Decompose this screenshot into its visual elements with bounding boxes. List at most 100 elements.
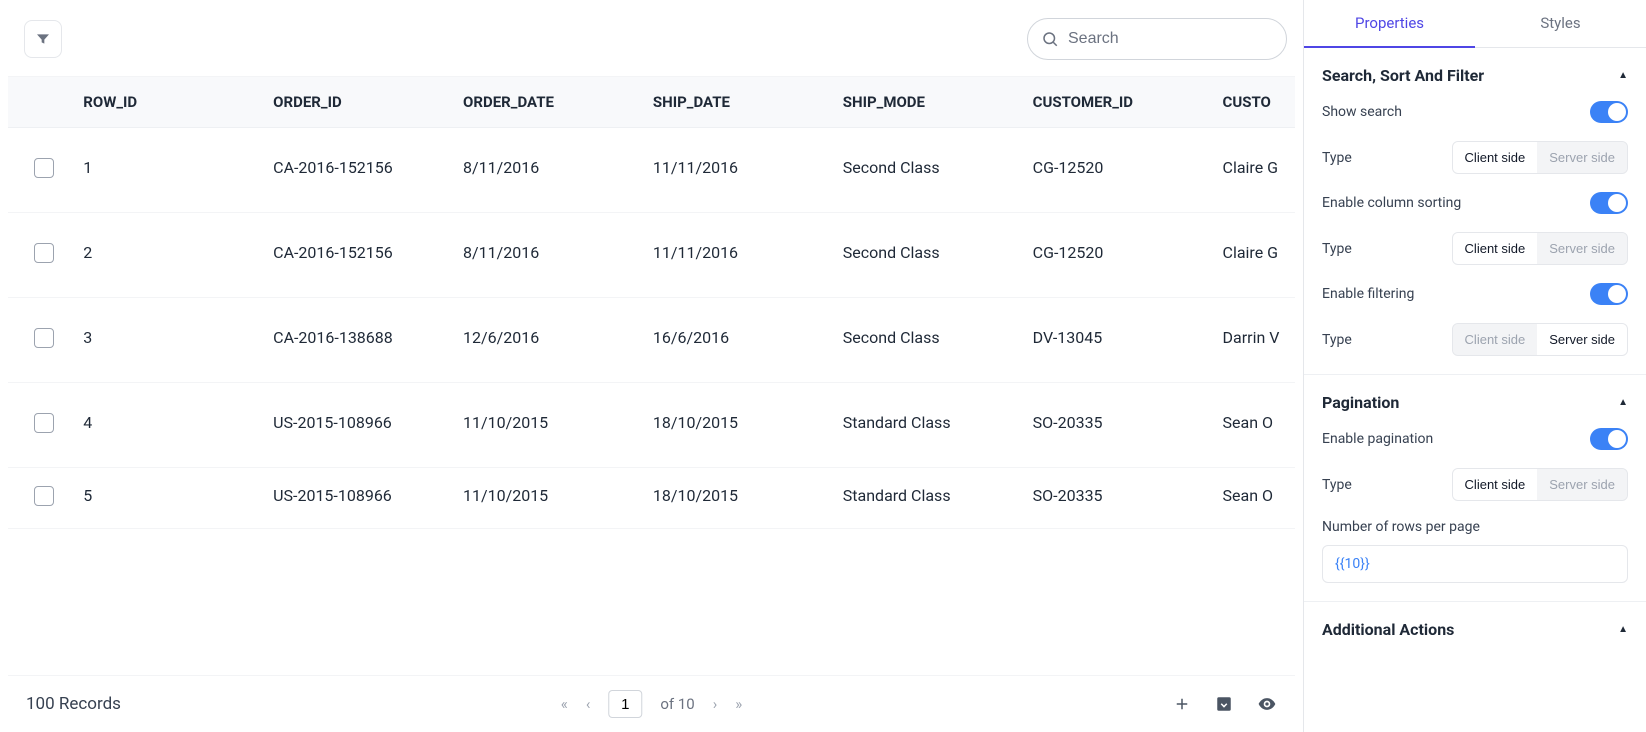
cell-customer-name: Sean O	[1211, 468, 1295, 529]
seg-filter-type: Client side Server side	[1452, 323, 1628, 356]
collapse-icon: ▲	[1618, 397, 1628, 408]
filter-button[interactable]	[24, 20, 62, 58]
cell-customer-id: SO-20335	[1021, 468, 1211, 529]
plus-icon	[1173, 695, 1191, 713]
page-first-button[interactable]: «	[561, 695, 568, 713]
page-prev-button[interactable]: ‹	[586, 695, 591, 713]
download-button[interactable]	[1215, 695, 1233, 713]
seg-sort-type: Client side Server side	[1452, 232, 1628, 265]
section-title-pagination: Pagination	[1322, 393, 1399, 412]
label-search-type: Type	[1322, 150, 1352, 166]
tab-properties[interactable]: Properties	[1304, 0, 1475, 48]
row-checkbox-cell	[8, 298, 71, 383]
cell-customer-name: Sean O	[1211, 383, 1295, 468]
header-ship-mode[interactable]: SHIP_MODE	[831, 77, 1021, 128]
row-checkbox-cell	[8, 468, 71, 529]
cell-ship-date: 18/10/2015	[641, 383, 831, 468]
label-enable-pagination: Enable pagination	[1322, 431, 1433, 447]
row-checkbox[interactable]	[34, 158, 54, 178]
cell-order-date: 11/10/2015	[451, 468, 641, 529]
row-checkbox[interactable]	[34, 486, 54, 506]
cell-customer-id: SO-20335	[1021, 383, 1211, 468]
page-last-button[interactable]: »	[735, 695, 742, 713]
seg-search-client[interactable]: Client side	[1453, 142, 1538, 173]
label-enable-filtering: Enable filtering	[1322, 286, 1414, 302]
cell-ship-date: 16/6/2016	[641, 298, 831, 383]
search-input[interactable]	[1027, 18, 1287, 60]
cell-customer-id: CG-12520	[1021, 213, 1211, 298]
cell-order-id: CA-2016-152156	[261, 128, 451, 213]
header-customer-id[interactable]: CUSTOMER_ID	[1021, 77, 1211, 128]
cell-ship-date: 11/11/2016	[641, 128, 831, 213]
input-rows-per-page[interactable]: {{10}}	[1322, 545, 1628, 583]
data-table: ROW_ID ORDER_ID ORDER_DATE SHIP_DATE SHI…	[8, 77, 1295, 529]
toggle-enable-filtering[interactable]	[1590, 283, 1628, 305]
cell-row-id: 4	[71, 383, 261, 468]
label-rows-per-page: Number of rows per page	[1322, 519, 1628, 535]
eye-icon	[1257, 694, 1277, 714]
header-checkbox-cell	[8, 77, 71, 128]
panel-tabs: Properties Styles	[1304, 0, 1646, 48]
table-container: ROW_ID ORDER_ID ORDER_DATE SHIP_DATE SHI…	[8, 76, 1295, 675]
table-row[interactable]: 4US-2015-10896611/10/201518/10/2015Stand…	[8, 383, 1295, 468]
page-number-input[interactable]	[608, 690, 642, 718]
header-customer-name[interactable]: CUSTO	[1211, 77, 1295, 128]
cell-ship-mode: Second Class	[831, 298, 1021, 383]
search-icon	[1041, 30, 1059, 48]
tab-styles[interactable]: Styles	[1475, 0, 1646, 47]
seg-sort-client[interactable]: Client side	[1453, 233, 1538, 264]
section-search-sort-filter: Search, Sort And Filter ▲ Show search Ty…	[1304, 48, 1646, 375]
table-header-row: ROW_ID ORDER_ID ORDER_DATE SHIP_DATE SHI…	[8, 77, 1295, 128]
properties-panel: Properties Styles Search, Sort And Filte…	[1303, 0, 1646, 732]
table-row[interactable]: 2CA-2016-1521568/11/201611/11/2016Second…	[8, 213, 1295, 298]
section-title-additional: Additional Actions	[1322, 620, 1454, 639]
toggle-show-search[interactable]	[1590, 101, 1628, 123]
header-order-date[interactable]: ORDER_DATE	[451, 77, 641, 128]
seg-sort-server[interactable]: Server side	[1537, 233, 1627, 264]
cell-ship-date: 11/11/2016	[641, 213, 831, 298]
cell-customer-name: Darrin V	[1211, 298, 1295, 383]
label-pagination-type: Type	[1322, 477, 1352, 493]
section-pagination: Pagination ▲ Enable pagination Type Clie…	[1304, 375, 1646, 602]
row-checkbox-cell	[8, 128, 71, 213]
cell-customer-id: DV-13045	[1021, 298, 1211, 383]
footer-actions	[1173, 694, 1277, 714]
toggle-enable-sorting[interactable]	[1590, 192, 1628, 214]
section-header-pagination[interactable]: Pagination ▲	[1322, 393, 1628, 412]
cell-order-id: US-2015-108966	[261, 468, 451, 529]
cell-customer-name: Claire G	[1211, 128, 1295, 213]
header-row-id[interactable]: ROW_ID	[71, 77, 261, 128]
seg-filter-server[interactable]: Server side	[1537, 324, 1627, 355]
seg-pagination-server[interactable]: Server side	[1537, 469, 1627, 500]
cell-order-id: CA-2016-152156	[261, 213, 451, 298]
row-checkbox-cell	[8, 383, 71, 468]
filter-icon	[35, 31, 51, 47]
pagination: « ‹ of 10 › »	[561, 690, 742, 718]
download-icon	[1215, 695, 1233, 713]
visibility-button[interactable]	[1257, 694, 1277, 714]
add-row-button[interactable]	[1173, 695, 1191, 713]
seg-filter-client[interactable]: Client side	[1453, 324, 1538, 355]
row-checkbox[interactable]	[34, 413, 54, 433]
section-header-additional[interactable]: Additional Actions ▲	[1322, 620, 1628, 639]
cell-customer-id: CG-12520	[1021, 128, 1211, 213]
header-ship-date[interactable]: SHIP_DATE	[641, 77, 831, 128]
table-footer: 100 Records « ‹ of 10 › »	[8, 675, 1295, 732]
table-row[interactable]: 3CA-2016-13868812/6/201616/6/2016Second …	[8, 298, 1295, 383]
seg-pagination-client[interactable]: Client side	[1453, 469, 1538, 500]
page-next-button[interactable]: ›	[713, 695, 718, 713]
table-row[interactable]: 1CA-2016-1521568/11/201611/11/2016Second…	[8, 128, 1295, 213]
toggle-enable-pagination[interactable]	[1590, 428, 1628, 450]
row-checkbox[interactable]	[34, 243, 54, 263]
cell-ship-mode: Standard Class	[831, 383, 1021, 468]
table-row[interactable]: 5US-2015-10896611/10/201518/10/2015Stand…	[8, 468, 1295, 529]
label-sort-type: Type	[1322, 241, 1352, 257]
seg-search-server[interactable]: Server side	[1537, 142, 1627, 173]
cell-order-id: CA-2016-138688	[261, 298, 451, 383]
label-enable-sorting: Enable column sorting	[1322, 195, 1461, 211]
row-checkbox[interactable]	[34, 328, 54, 348]
cell-order-id: US-2015-108966	[261, 383, 451, 468]
main-area: ROW_ID ORDER_ID ORDER_DATE SHIP_DATE SHI…	[0, 0, 1303, 732]
section-header-search[interactable]: Search, Sort And Filter ▲	[1322, 66, 1628, 85]
header-order-id[interactable]: ORDER_ID	[261, 77, 451, 128]
